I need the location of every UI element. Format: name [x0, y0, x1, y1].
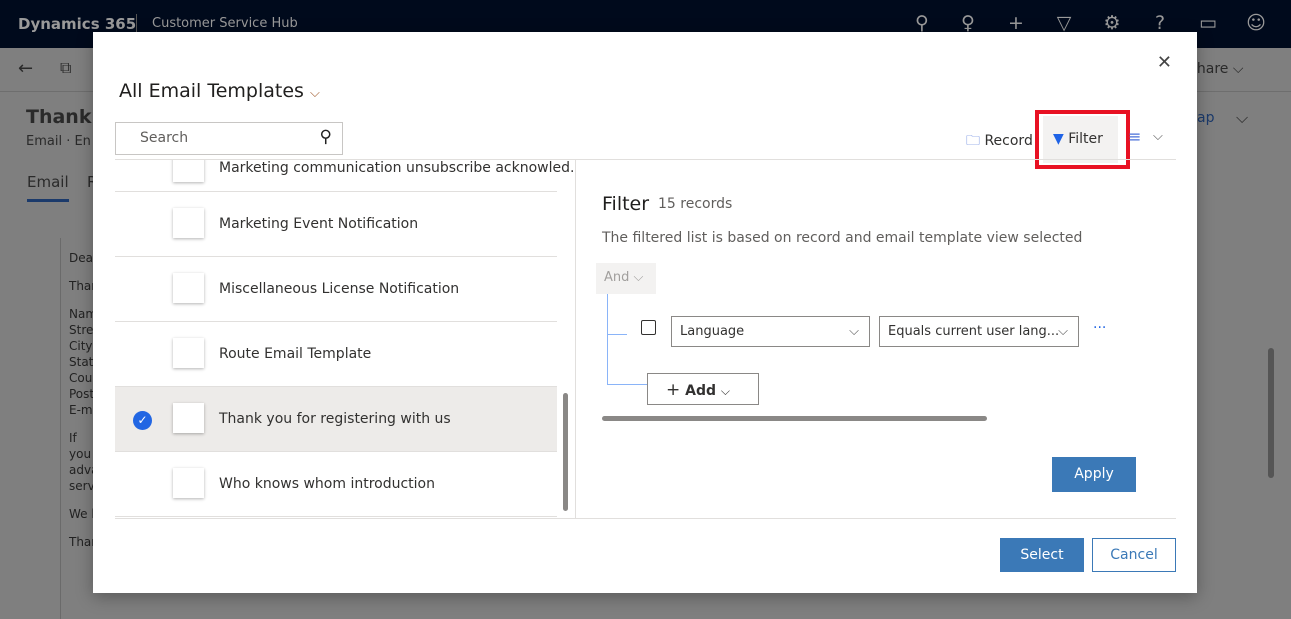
search-icon[interactable]: ⚲ [910, 12, 934, 34]
template-name: Thank you for registering with us [219, 411, 451, 427]
record-subtitle: Email · En [26, 134, 91, 149]
record-button[interactable]: 🗀 Record [966, 130, 1033, 154]
divider [136, 14, 137, 34]
filter-description: The filtered list is based on record and… [602, 230, 1083, 246]
help-icon[interactable]: ? [1148, 12, 1172, 34]
tree-line [607, 334, 627, 335]
template-name: Miscellaneous License Notification [219, 281, 460, 297]
filter-button[interactable]: ▼ Filter [1043, 116, 1118, 163]
template-name: Marketing Event Notification [219, 216, 419, 232]
chevron-down-icon: ⌵ [849, 324, 859, 339]
lightbulb-icon[interactable]: ♀ [956, 12, 980, 34]
sort-icon[interactable]: ≡ [1128, 127, 1141, 146]
record-count: 15 records [658, 196, 733, 212]
tab-email[interactable]: Email [27, 173, 69, 202]
back-icon[interactable]: ← [18, 58, 33, 79]
filter-label: Filter [1068, 131, 1103, 147]
folder-icon: 🗀 [966, 133, 980, 149]
page-scrollbar[interactable] [1268, 348, 1274, 478]
divider [115, 518, 1176, 519]
filter-heading: Filter [602, 193, 650, 215]
select-button[interactable]: Select [1000, 538, 1084, 572]
condition-checkbox[interactable] [641, 320, 656, 335]
group-operator-label: And [604, 270, 630, 285]
list-item[interactable]: Marketing Event Notification [115, 192, 557, 257]
field-dropdown[interactable]: Language ⌵ [671, 316, 870, 347]
template-thumbnail [173, 403, 204, 433]
record-label: Record [984, 133, 1033, 149]
template-thumbnail [173, 338, 204, 368]
horizontal-scrollbar[interactable] [602, 416, 987, 421]
list-item[interactable]: Who knows whom introduction [115, 452, 557, 517]
add-condition-button[interactable]: + Add ⌵ [647, 373, 759, 405]
chat-icon[interactable]: ▭ [1196, 12, 1220, 34]
plus-icon[interactable]: + [1004, 12, 1028, 34]
email-template-dialog: ✕ All Email Templates ⌵ Search ⚲ 🗀 Record… [93, 32, 1197, 593]
tree-line [607, 384, 647, 385]
template-name: Marketing communication unsubscribe ackn… [219, 160, 575, 176]
search-placeholder: Search [140, 130, 189, 146]
popout-icon[interactable]: ⧉ [60, 58, 71, 78]
tree-line [607, 294, 608, 384]
chevron-down-icon: ⌵ [1058, 324, 1068, 339]
app-name: Customer Service Hub [152, 16, 298, 31]
list-item[interactable]: Miscellaneous License Notification [115, 257, 557, 322]
filter-icon[interactable]: ▽ [1052, 12, 1076, 34]
smiley-icon[interactable]: ☺ [1244, 12, 1268, 34]
close-icon[interactable]: ✕ [1157, 52, 1172, 73]
template-thumbnail [173, 273, 204, 303]
operator-dropdown[interactable]: Equals current user lang... ⌵ [879, 316, 1079, 347]
template-name: Who knows whom introduction [219, 476, 435, 492]
brand-name: Dynamics 365 [18, 15, 137, 33]
list-scrollbar[interactable] [563, 393, 568, 511]
chevron-down-icon[interactable]: ⌵ [1153, 129, 1163, 144]
template-list: Marketing communication unsubscribe ackn… [93, 160, 575, 518]
chevron-down-icon: ⌵ [310, 86, 320, 101]
cancel-button[interactable]: Cancel [1092, 538, 1176, 572]
view-selector[interactable]: All Email Templates ⌵ [119, 80, 320, 102]
more-options-button[interactable]: ··· [1093, 320, 1106, 336]
template-thumbnail [173, 160, 204, 182]
background-link[interactable]: ap [1197, 110, 1214, 126]
plus-icon: + [666, 380, 681, 400]
list-item[interactable]: Marketing communication unsubscribe ackn… [115, 160, 575, 192]
apply-button[interactable]: Apply [1052, 457, 1136, 492]
list-item-selected[interactable]: ✓ Thank you for registering with us [115, 387, 557, 452]
gear-icon[interactable]: ⚙ [1100, 12, 1124, 34]
template-name: Route Email Template [219, 346, 372, 362]
divider [575, 160, 576, 518]
dialog-title: All Email Templates [119, 80, 304, 102]
search-icon[interactable]: ⚲ [320, 127, 332, 147]
template-thumbnail [173, 208, 204, 238]
search-input[interactable]: Search ⚲ [115, 122, 343, 155]
filter-icon: ▼ [1053, 131, 1064, 147]
add-label: Add [685, 383, 717, 399]
operator-value: Equals current user lang... [888, 324, 1060, 339]
chevron-down-icon: ⌵ [720, 384, 730, 398]
chevron-down-icon[interactable]: ⌵ [1236, 108, 1248, 128]
template-thumbnail [173, 468, 204, 498]
checkmark-icon[interactable]: ✓ [133, 411, 152, 430]
group-operator-dropdown[interactable]: And ⌵ [596, 263, 656, 294]
list-item[interactable]: Route Email Template [115, 322, 557, 387]
field-value: Language [680, 324, 745, 339]
